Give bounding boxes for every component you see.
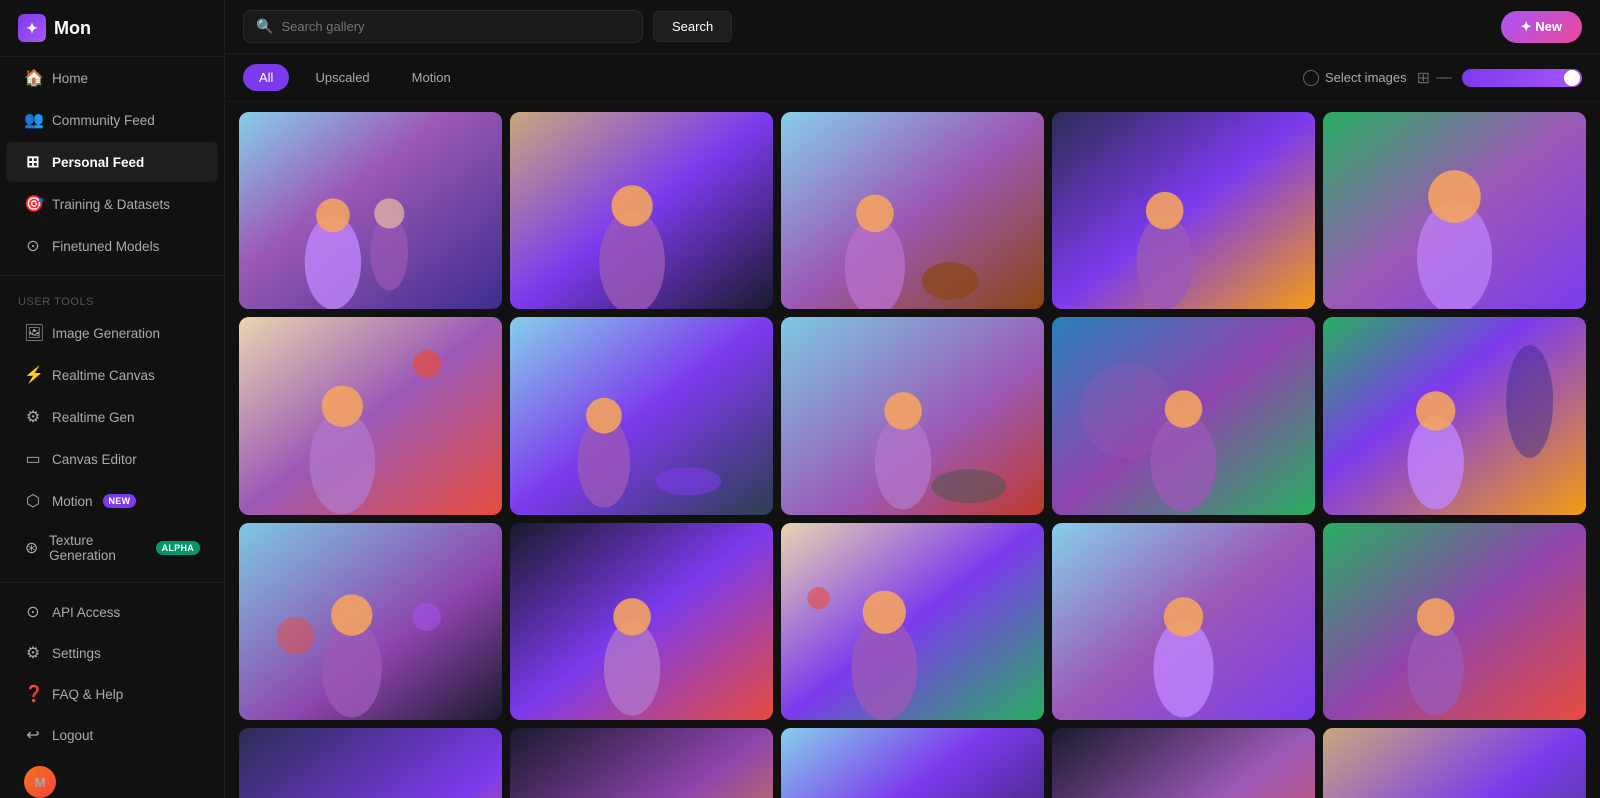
sidebar-item-settings[interactable]: ⚙ Settings [6, 633, 218, 673]
gallery-item[interactable] [781, 728, 1044, 798]
gallery-item[interactable] [239, 523, 502, 720]
sidebar-label-personal: Personal Feed [52, 155, 144, 170]
community-icon: 👥 [24, 110, 42, 130]
logo-text: Mon [54, 18, 91, 39]
sidebar-label-community: Community Feed [52, 113, 155, 128]
topbar: 🔍 Search ✦ New [225, 0, 1600, 54]
view-icons: ⊞ — [1417, 68, 1452, 88]
sidebar-item-training[interactable]: 🎯 Training & Datasets [6, 184, 218, 224]
select-images-toggle[interactable]: Select images [1303, 70, 1407, 86]
gallery-item[interactable] [1323, 728, 1586, 798]
gallery-item[interactable] [1323, 317, 1586, 514]
gallery-item[interactable] [781, 112, 1044, 309]
gallery-item[interactable] [1052, 112, 1315, 309]
gallery-item[interactable] [239, 112, 502, 309]
api-icon: ⊙ [24, 602, 42, 622]
logout-icon: ↩ [24, 725, 42, 745]
gallery-item[interactable] [1323, 523, 1586, 720]
gallery-item[interactable] [510, 317, 773, 514]
list-view-icon[interactable]: — [1436, 69, 1452, 87]
sidebar-item-canvas-editor[interactable]: ▭ Canvas Editor [6, 439, 218, 479]
gallery-item[interactable] [510, 728, 773, 798]
feed-icon: ⊞ [24, 152, 42, 172]
filter-motion[interactable]: Motion [396, 64, 467, 91]
select-circle-icon [1303, 70, 1319, 86]
sidebar-label-image-gen: Image Generation [52, 326, 160, 341]
search-input[interactable] [281, 19, 630, 34]
sidebar-label-realtime-canvas: Realtime Canvas [52, 368, 155, 383]
gallery-item[interactable] [239, 317, 502, 514]
sidebar-label-logout: Logout [52, 728, 93, 743]
section-label-tools: User Tools [0, 284, 224, 312]
avatar: M [24, 766, 56, 798]
divider-2 [0, 582, 224, 583]
slider-thumb [1564, 70, 1580, 86]
texture-gen-icon: ⊛ [24, 538, 39, 558]
sidebar-item-realtime-canvas[interactable]: ⚡ Realtime Canvas [6, 355, 218, 395]
realtime-gen-icon: ⚙ [24, 407, 42, 427]
sidebar-label-realtime-gen: Realtime Gen [52, 410, 135, 425]
sidebar-label-home: Home [52, 71, 88, 86]
sidebar-item-motion[interactable]: ⬡ Motion New [6, 481, 218, 521]
sidebar-item-home[interactable]: 🏠 Home [6, 58, 218, 98]
training-icon: 🎯 [24, 194, 42, 214]
filter-upscaled[interactable]: Upscaled [299, 64, 385, 91]
search-icon: 🔍 [256, 18, 273, 35]
logo-icon: ✦ [18, 14, 46, 42]
filter-bar: All Upscaled Motion Select images ⊞ — [225, 54, 1600, 102]
main-content: 🔍 Search ✦ New All Upscaled Motion Selec… [225, 0, 1600, 798]
sidebar-item-texture-gen[interactable]: ⊛ Texture Generation Alpha [6, 523, 218, 573]
gallery-item[interactable] [781, 317, 1044, 514]
sidebar-label-motion: Motion [52, 494, 93, 509]
gallery-item[interactable] [1323, 112, 1586, 309]
sidebar-item-api[interactable]: ⊙ API Access [6, 592, 218, 632]
realtime-canvas-icon: ⚡ [24, 365, 42, 385]
sidebar-item-community[interactable]: 👥 Community Feed [6, 100, 218, 140]
grid-view-icon[interactable]: ⊞ [1417, 68, 1430, 88]
sidebar-item-faq[interactable]: ❓ FAQ & Help [6, 674, 218, 714]
sidebar-item-image-gen[interactable]: 🖼 Image Generation [6, 313, 218, 353]
finetuned-icon: ⊙ [24, 236, 42, 256]
sidebar-logo: ✦ Mon [0, 0, 224, 57]
gallery-grid [239, 112, 1586, 798]
search-container: 🔍 [243, 10, 643, 43]
sidebar-item-logout[interactable]: ↩ Logout [6, 715, 218, 755]
sidebar-label-training: Training & Datasets [52, 197, 170, 212]
gallery [225, 102, 1600, 798]
sidebar-label-finetuned: Finetuned Models [52, 239, 159, 254]
sidebar-label-canvas-editor: Canvas Editor [52, 452, 137, 467]
home-icon: 🏠 [24, 68, 42, 88]
gallery-item[interactable] [510, 112, 773, 309]
faq-icon: ❓ [24, 684, 42, 704]
gallery-item[interactable] [239, 728, 502, 798]
sidebar-label-api: API Access [52, 605, 120, 620]
sidebar-label-texture-gen: Texture Generation [49, 533, 146, 563]
gallery-item[interactable] [1052, 728, 1315, 798]
zoom-slider[interactable] [1462, 69, 1582, 87]
sidebar-item-realtime-gen[interactable]: ⚙ Realtime Gen [6, 397, 218, 437]
divider-1 [0, 275, 224, 276]
search-button[interactable]: Search [653, 11, 732, 42]
filter-all[interactable]: All [243, 64, 289, 91]
gallery-item[interactable] [781, 523, 1044, 720]
user-profile[interactable]: M [6, 756, 218, 798]
select-images-label: Select images [1325, 70, 1407, 85]
canvas-editor-icon: ▭ [24, 449, 42, 469]
image-gen-icon: 🖼 [24, 323, 42, 343]
motion-icon: ⬡ [24, 491, 42, 511]
sidebar-label-faq: FAQ & Help [52, 687, 123, 702]
gallery-item[interactable] [510, 523, 773, 720]
gallery-item[interactable] [1052, 317, 1315, 514]
sidebar-item-personal-feed[interactable]: ⊞ Personal Feed [6, 142, 218, 182]
motion-badge: New [103, 494, 137, 508]
texture-badge: Alpha [156, 541, 200, 555]
settings-icon: ⚙ [24, 643, 42, 663]
gallery-item[interactable] [1052, 523, 1315, 720]
sidebar-label-settings: Settings [52, 646, 101, 661]
sidebar-item-finetuned[interactable]: ⊙ Finetuned Models [6, 226, 218, 266]
sidebar: ✦ Mon 🏠 Home 👥 Community Feed ⊞ Personal… [0, 0, 225, 798]
new-button[interactable]: ✦ New [1501, 11, 1582, 43]
sidebar-bottom: ⊙ API Access ⚙ Settings ❓ FAQ & Help ↩ L… [0, 591, 224, 798]
